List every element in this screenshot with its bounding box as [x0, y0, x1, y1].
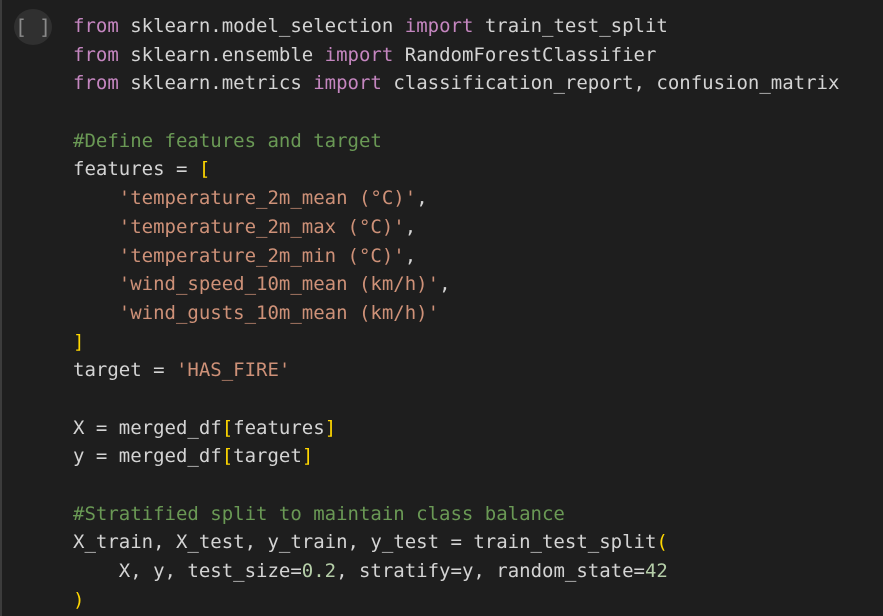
string-token: 'wind_gusts_10m_mean (km/h)': [118, 301, 440, 324]
keyword-token: import: [404, 15, 474, 37]
comment-token: #Stratified split to maintain class bala…: [73, 502, 565, 525]
bracket-token: ): [73, 588, 85, 611]
code-token: features: [233, 416, 325, 439]
code-line[interactable]: ​: [73, 98, 839, 127]
code-line[interactable]: 'temperature_2m_max (°C)',: [73, 213, 839, 242]
code-token: sklearn.model_selection: [118, 15, 405, 37]
string-token: 'temperature_2m_mean (°C)': [118, 187, 417, 210]
code-line[interactable]: ): [73, 586, 839, 615]
code-line[interactable]: target = 'HAS_FIRE': [73, 356, 839, 385]
code-line[interactable]: #Define features and target: [73, 127, 839, 156]
code-line[interactable]: X = merged_df[features]: [73, 414, 839, 443]
number-token: 42: [644, 560, 668, 583]
string-token: 'wind_speed_10m_mean (km/h)': [118, 273, 440, 296]
code-line[interactable]: ​: [73, 471, 839, 500]
bracket-token: ]: [324, 416, 337, 439]
keyword-token: import: [313, 72, 382, 95]
code-token: ,: [416, 187, 428, 210]
code-token: ,: [404, 244, 417, 267]
code-line[interactable]: ]: [73, 328, 839, 357]
code-line[interactable]: ​: [73, 385, 839, 414]
code-line[interactable]: X_train, X_test, y_train, y_test = train…: [73, 528, 839, 557]
code-line[interactable]: from sklearn.model_selection import trai…: [73, 12, 839, 41]
code-token: target =: [73, 359, 176, 382]
code-line[interactable]: X, y, test_size=0.2, stratify=y, random_…: [73, 557, 839, 586]
bracket-token: ]: [301, 445, 314, 468]
string-token: 'HAS_FIRE': [175, 359, 291, 382]
bracket-token: [: [221, 445, 234, 468]
code-token: classification_report, confusion_matrix: [381, 72, 840, 95]
run-cell-button[interactable]: [ ]: [14, 9, 52, 45]
code-token: features =: [73, 158, 199, 181]
code-line[interactable]: 'wind_speed_10m_mean (km/h)',: [73, 270, 839, 299]
code-line[interactable]: features = [: [73, 155, 839, 184]
code-token: , stratify=y, random_state=: [336, 560, 645, 583]
code-token: sklearn.ensemble: [118, 43, 325, 66]
number-token: 0.2: [301, 560, 337, 583]
code-token: ,: [404, 215, 417, 238]
code-line[interactable]: from sklearn.metrics import classificati…: [73, 69, 839, 98]
code-token: X = merged_df: [73, 416, 222, 439]
code-token: y = merged_df: [73, 445, 222, 468]
keyword-token: from: [73, 72, 119, 95]
cell-left-border: [0, 0, 2, 616]
code-line[interactable]: from sklearn.ensemble import RandomFores…: [73, 41, 839, 70]
code-token: sklearn.metrics: [118, 72, 314, 95]
code-cell[interactable]: [ ] from sklearn.model_selection import …: [0, 0, 883, 616]
string-token: 'temperature_2m_max (°C)': [118, 215, 405, 238]
bracket-token: [: [198, 158, 211, 181]
code-line[interactable]: y = merged_df[target]: [73, 442, 839, 471]
code-token: ,: [439, 273, 451, 296]
code-token: target: [233, 445, 302, 468]
code-line[interactable]: 'temperature_2m_mean (°C)',: [73, 184, 839, 213]
comment-token: #Define features and target: [73, 129, 382, 152]
code-editor[interactable]: from sklearn.model_selection import trai…: [73, 12, 839, 614]
code-token: train_test_split: [473, 15, 668, 37]
code-token: RandomForestClassifier: [393, 43, 657, 66]
code-token: X_train, X_test, y_train, y_test = train…: [73, 531, 657, 554]
code-line[interactable]: 'temperature_2m_min (°C)',: [73, 242, 839, 271]
bracket-token: ]: [73, 330, 85, 353]
code-line[interactable]: 'wind_gusts_10m_mean (km/h)': [73, 299, 839, 328]
bracket-token: (: [656, 531, 668, 554]
play-icon[interactable]: [ ]: [15, 15, 51, 39]
keyword-token: import: [324, 43, 394, 66]
keyword-token: from: [73, 15, 119, 37]
string-token: 'temperature_2m_min (°C)': [118, 244, 405, 267]
code-token: X, y, test_size=: [73, 560, 302, 583]
keyword-token: from: [73, 43, 119, 66]
bracket-token: [: [221, 416, 234, 439]
code-line[interactable]: #Stratified split to maintain class bala…: [73, 500, 839, 529]
